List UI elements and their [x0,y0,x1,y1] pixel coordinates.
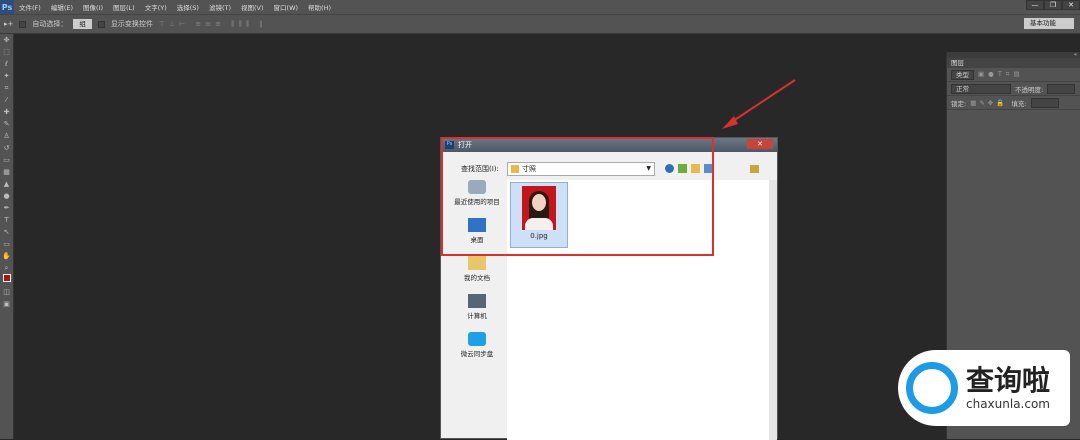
watermark-logo [906,362,958,414]
watermark-en: chaxunla.com [966,397,1050,411]
watermark-cn: 查询啦 [966,364,1051,397]
watermark: 查询啦 chaxunla.com [898,350,1070,426]
